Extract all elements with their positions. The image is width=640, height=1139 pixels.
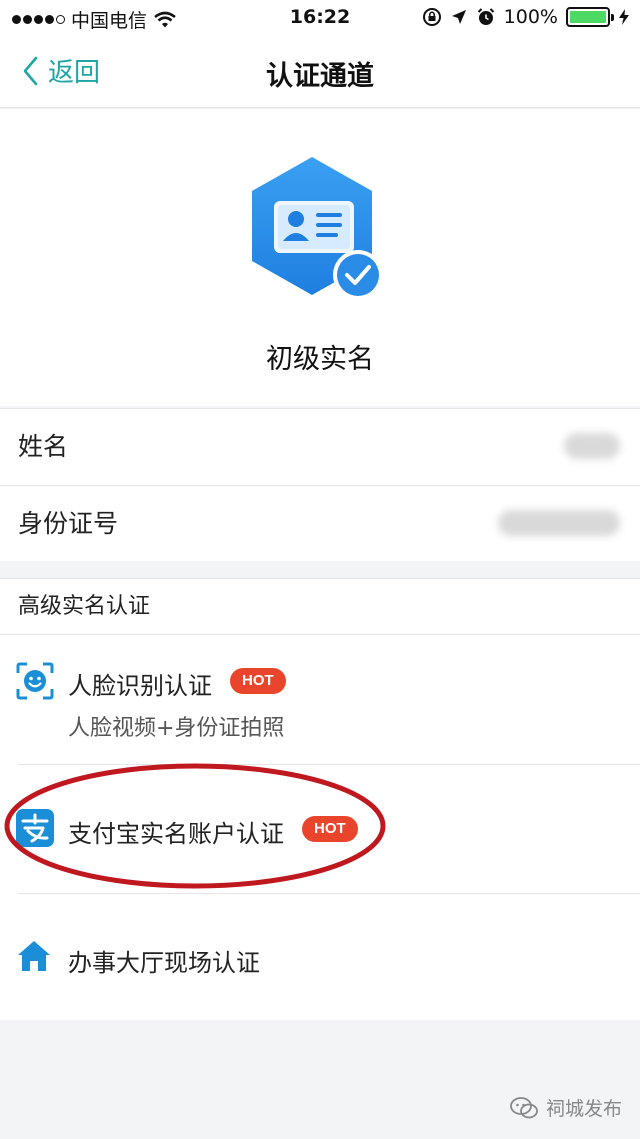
- id-number-label: 身份证号: [18, 509, 119, 538]
- back-button-label: 返回: [48, 58, 101, 88]
- back-button[interactable]: 返回: [22, 52, 100, 89]
- name-row: 姓名: [0, 409, 640, 485]
- name-label: 姓名: [18, 432, 69, 461]
- option-label: 支付宝实名账户认证: [68, 820, 284, 848]
- verification-level-label: 初级实名: [266, 344, 374, 375]
- navigation-bar: 返回 认证通道: [0, 36, 640, 108]
- advanced-verification-section: 高级实名认证 人脸识别认证 HOT 人脸视频+身份证拍照 支付宝实名账户认证 H…: [0, 578, 640, 1020]
- option-label: 办事大厅现场认证: [68, 949, 260, 977]
- watermark-text: 祠城发布: [545, 1098, 622, 1120]
- alipay-verification-option[interactable]: 支付宝实名账户认证 HOT: [0, 765, 640, 893]
- section-title: 高级实名认证: [0, 579, 640, 635]
- carrier-name: 中国电信: [71, 10, 148, 32]
- personal-info-list: 姓名 身份证号: [0, 408, 640, 561]
- verification-level-card: 初级实名: [0, 109, 640, 406]
- charging-bolt-icon: [619, 9, 629, 25]
- alipay-icon: [16, 809, 54, 847]
- wifi-icon: [154, 11, 176, 27]
- face-recognition-option[interactable]: 人脸识别认证 HOT 人脸视频+身份证拍照: [0, 636, 640, 764]
- house-icon: [18, 941, 50, 971]
- name-value-redacted: [564, 433, 620, 459]
- battery-icon: [566, 7, 614, 27]
- signal-strength-icon: [12, 15, 65, 24]
- rotation-lock-icon: [422, 8, 441, 26]
- wechat-icon: [510, 1096, 538, 1118]
- hot-badge: HOT: [302, 816, 358, 842]
- id-number-value-redacted: [498, 510, 620, 536]
- status-bar: 中国电信 16:22 100%: [0, 0, 640, 36]
- service-hall-option[interactable]: 办事大厅现场认证: [0, 894, 640, 1021]
- location-arrow-icon: [451, 10, 466, 24]
- id-number-row: 身份证号: [0, 485, 640, 561]
- watermark: 祠城发布: [510, 1094, 622, 1121]
- face-scan-icon: [16, 662, 54, 700]
- alarm-clock-icon: [477, 8, 494, 25]
- chevron-left-icon: [23, 56, 38, 85]
- option-description: 人脸视频+身份证拍照: [68, 716, 285, 741]
- battery-percent: 100%: [503, 6, 558, 28]
- verified-id-badge-icon: [248, 153, 388, 303]
- option-label: 人脸识别认证: [68, 672, 212, 700]
- hot-badge: HOT: [230, 668, 286, 694]
